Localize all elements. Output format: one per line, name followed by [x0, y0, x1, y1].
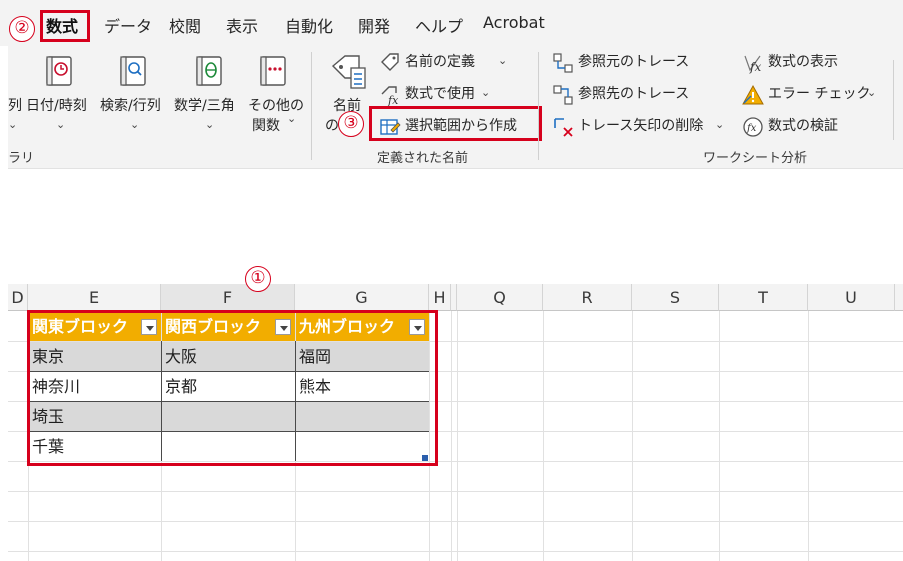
- other-functions-label-line2[interactable]: 関数: [252, 115, 280, 135]
- menu-bar: ② 数式 データ 校閲 表示 自動化 開発 ヘルプ Acrobat: [0, 0, 903, 46]
- calendar-clock-icon[interactable]: [42, 54, 76, 88]
- svg-text:fx: fx: [746, 123, 757, 134]
- tag-icon: [379, 52, 401, 74]
- more-functions-icon[interactable]: [256, 54, 290, 88]
- create-from-selection-icon: [379, 116, 401, 138]
- column-header-f[interactable]: F: [161, 284, 295, 311]
- lookup-book-icon[interactable]: [116, 54, 150, 88]
- chevron-down-icon: ⌄: [287, 112, 297, 125]
- group-label-library: ラリ: [8, 151, 35, 166]
- partial-button-label[interactable]: 列: [8, 95, 22, 115]
- column-header-q[interactable]: Q: [457, 284, 543, 311]
- lookup-button-label[interactable]: 検索/行列: [100, 95, 161, 115]
- column-header-s[interactable]: S: [632, 284, 719, 311]
- column-header-e[interactable]: E: [28, 284, 161, 311]
- group-separator: [311, 52, 312, 160]
- highlight-table-range: [27, 310, 438, 466]
- evaluate-formula-button[interactable]: 数式の検証: [768, 115, 838, 137]
- tab-data[interactable]: データ: [104, 13, 152, 37]
- step-2-badge: ②: [9, 16, 35, 42]
- chevron-down-icon: ⌄: [130, 118, 140, 131]
- trace-dependents-button[interactable]: 参照先のトレース: [578, 83, 689, 105]
- svg-text:fx: fx: [749, 60, 761, 74]
- column-header-d[interactable]: D: [8, 284, 28, 311]
- remove-arrows-icon: [552, 116, 574, 138]
- chevron-down-icon: ⌄: [56, 118, 66, 131]
- name-manager-label-line2[interactable]: の: [325, 115, 339, 135]
- tab-formulas[interactable]: 数式: [46, 13, 78, 37]
- tab-automate[interactable]: 自動化: [285, 13, 333, 37]
- trace-precedents-icon: [552, 52, 574, 74]
- trace-dependents-icon: [552, 84, 574, 106]
- show-formulas-icon: fx: [742, 52, 764, 74]
- evaluate-formula-icon: fx: [742, 116, 764, 138]
- create-from-selection-button[interactable]: 選択範囲から作成: [405, 115, 517, 137]
- error-checking-icon: [742, 84, 764, 106]
- math-trig-icon[interactable]: [192, 54, 226, 88]
- group-label-formula-auditing: ワークシート分析: [703, 151, 808, 166]
- use-in-formula-icon: fx: [379, 84, 401, 107]
- step-3-badge: ③: [338, 111, 364, 137]
- tab-developer[interactable]: 開発: [358, 13, 390, 37]
- column-header-u[interactable]: U: [808, 284, 895, 311]
- show-formulas-button[interactable]: 数式の表示: [768, 51, 838, 73]
- use-in-formula-button[interactable]: 数式で使用: [405, 83, 475, 105]
- svg-text:fx: fx: [387, 94, 399, 106]
- error-checking-button[interactable]: エラー チェック: [768, 83, 870, 105]
- column-header-r[interactable]: R: [543, 284, 632, 311]
- chevron-down-icon: ⌄: [205, 118, 215, 131]
- chevron-down-icon: ⌄: [8, 118, 18, 131]
- chevron-down-icon: ⌄: [867, 86, 877, 99]
- chevron-down-icon: ⌄: [481, 86, 491, 99]
- define-name-button[interactable]: 名前の定義: [405, 51, 475, 73]
- chevron-down-icon: ⌄: [715, 118, 725, 131]
- remove-arrows-button[interactable]: トレース矢印の削除: [578, 115, 703, 137]
- column-header-g[interactable]: G: [295, 284, 429, 311]
- column-header-t[interactable]: T: [719, 284, 808, 311]
- step-1-badge: ①: [245, 266, 271, 292]
- group-label-defined-names: 定義された名前: [377, 151, 469, 166]
- trace-precedents-button[interactable]: 参照元のトレース: [578, 51, 689, 73]
- datetime-button-label[interactable]: 日付/時刻: [26, 95, 87, 115]
- group-separator: [538, 52, 539, 160]
- math-button-label[interactable]: 数学/三角: [174, 95, 235, 115]
- tab-help[interactable]: ヘルプ: [415, 13, 463, 37]
- group-separator: [893, 60, 894, 140]
- tab-review[interactable]: 校閲: [169, 13, 201, 37]
- chevron-down-icon: ⌄: [498, 54, 508, 67]
- tab-view[interactable]: 表示: [226, 13, 258, 37]
- column-header-h[interactable]: H: [429, 284, 451, 311]
- name-manager-icon[interactable]: [329, 52, 369, 92]
- tab-acrobat[interactable]: Acrobat: [483, 13, 545, 32]
